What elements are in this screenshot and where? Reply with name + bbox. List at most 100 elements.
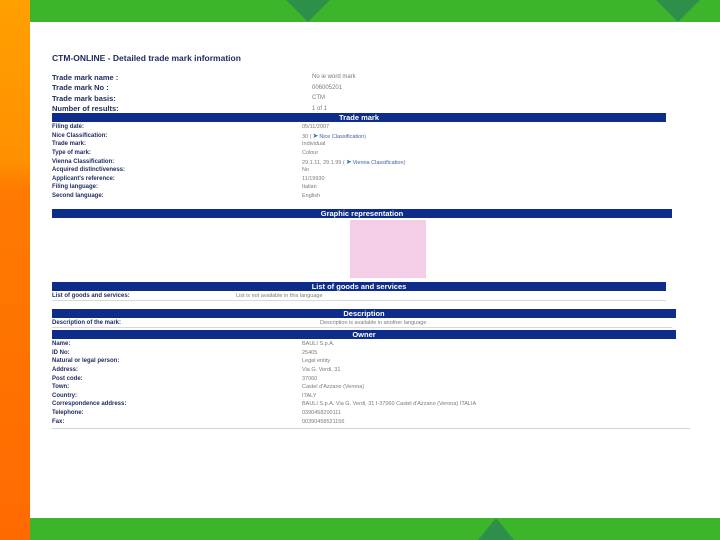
- summary-label: Number of results:: [52, 104, 119, 114]
- table-row: Country: ITALY: [52, 392, 666, 401]
- slide: CTM-ONLINE - Detailed trade mark informa…: [0, 0, 720, 540]
- footer-divider: [52, 428, 690, 429]
- row-label: Description of the mark:: [52, 320, 122, 326]
- summary-block: Trade mark name : No ie word mark Trade …: [52, 72, 672, 114]
- section-header-goods: List of goods and services: [52, 282, 666, 291]
- summary-value: CTM: [312, 95, 325, 102]
- row-value: 05/11/2007: [302, 124, 330, 131]
- row-value: 11/19930: [302, 175, 325, 182]
- row-label: Address:: [52, 367, 79, 374]
- summary-row: Trade mark No : 006005201: [52, 83, 672, 94]
- row-value: 0390458200111: [302, 410, 341, 417]
- section-header-owner: Owner: [52, 330, 676, 339]
- row-label: Trade mark:: [52, 141, 87, 148]
- table-row: Post code: 37060: [52, 374, 666, 383]
- link-arrow-icon[interactable]: ➤: [346, 158, 352, 166]
- table-row: Telephone: 0390458200111: [52, 409, 666, 418]
- summary-row: Trade mark name : No ie word mark: [52, 72, 672, 83]
- table-row: Applicant's reference: 11/19930: [52, 175, 666, 184]
- vienna-class-value: 29.1.11, 29.1.99 (: [302, 159, 345, 166]
- row-label: Nice Classification:: [52, 132, 108, 139]
- row-value: List is not available in this language: [236, 293, 323, 299]
- table-row: Fax: 00390458521156: [52, 417, 666, 426]
- row-label: Post code:: [52, 375, 83, 382]
- summary-value: 1 of 1: [312, 105, 328, 112]
- summary-label: Trade mark basis:: [52, 93, 116, 103]
- row-label: Type of mark:: [52, 150, 91, 157]
- trade-mark-colour-image: [350, 220, 426, 278]
- row-value: BAULI S.p.A. Via G. Verdi, 31 I-37060 Ca…: [302, 401, 477, 408]
- table-row: Address: Via G. Verdi, 31: [52, 366, 666, 375]
- summary-value: 006005201: [312, 84, 343, 91]
- row-label: List of goods and services:: [52, 293, 130, 299]
- screenshot-content: CTM-ONLINE - Detailed trade mark informa…: [30, 22, 720, 518]
- green-bottom-band: [30, 518, 720, 540]
- owner-rows: Name: BAULI S.p.A. ID No: 25405 Natural …: [52, 340, 666, 426]
- row-label: Telephone:: [52, 410, 84, 417]
- page-title: CTM-ONLINE - Detailed trade mark informa…: [52, 53, 241, 63]
- table-row: Nice Classification: 30 (➤Nice Classific…: [52, 132, 666, 141]
- row-label: ID No:: [52, 349, 70, 356]
- row-value: 25405: [302, 349, 318, 356]
- row-value: Description is available in another lang…: [320, 320, 427, 326]
- table-row: Acquired distinctiveness: No: [52, 166, 666, 175]
- table-row: Filing date: 05/11/2007: [52, 123, 666, 132]
- row-value: 29.1.11, 29.1.99 (➤Vienna Classification…: [302, 158, 405, 166]
- vienna-class-suffix: ): [403, 159, 406, 166]
- summary-label: Trade mark No :: [52, 83, 109, 93]
- link-arrow-icon[interactable]: ➤: [312, 132, 318, 140]
- summary-row: Trade mark basis: CTM: [52, 93, 672, 104]
- row-value: No: [302, 167, 310, 174]
- row-label: Correspondence address:: [52, 401, 127, 408]
- table-row: Trade mark: Individual: [52, 140, 666, 149]
- row-value: Individual: [302, 141, 326, 148]
- row-value: 30 (➤Nice Classification): [302, 132, 366, 140]
- row-label: Name:: [52, 341, 71, 348]
- section-header-trade-mark: Trade mark: [52, 113, 666, 122]
- top-right-notch-decoration: [656, 0, 700, 22]
- row-label: Filing date:: [52, 124, 84, 131]
- row-value: Via G. Verdi, 31: [302, 367, 341, 374]
- nice-class-value: 30 (: [302, 133, 312, 140]
- trade-mark-rows: Filing date: 05/11/2007 Nice Classificat…: [52, 123, 666, 200]
- row-label: Filing language:: [52, 184, 98, 191]
- bottom-notch-decoration: [478, 518, 514, 540]
- table-row: Vienna Classification: 29.1.11, 29.1.99 …: [52, 157, 666, 166]
- row-label: Applicant's reference:: [52, 175, 115, 182]
- section-header-description: Description: [52, 309, 676, 318]
- section-header-graphic: Graphic representation: [52, 209, 672, 218]
- summary-value: No ie word mark: [312, 74, 356, 81]
- table-row: Correspondence address: BAULI S.p.A. Via…: [52, 400, 666, 409]
- row-label: Town:: [52, 384, 70, 391]
- row-value: 37060: [302, 375, 318, 382]
- row-value: ITALY: [302, 392, 317, 399]
- table-row: Type of mark: Colour: [52, 149, 666, 158]
- row-label: Natural or legal person:: [52, 358, 120, 365]
- nice-class-suffix: ): [364, 133, 367, 140]
- row-label: Second language:: [52, 193, 104, 200]
- nice-classification-link[interactable]: Nice Classification: [319, 134, 364, 140]
- row-label: Country:: [52, 392, 77, 399]
- row-value: BAULI S.p.A.: [302, 341, 335, 348]
- summary-label: Trade mark name :: [52, 72, 119, 82]
- table-row: Filing language: Italian: [52, 183, 666, 192]
- orange-left-bar: [0, 0, 30, 540]
- goods-row: List of goods and services: List is not …: [52, 292, 666, 301]
- table-row: ID No: 25405: [52, 349, 666, 358]
- row-value: Italian: [302, 184, 317, 191]
- row-label: Vienna Classification:: [52, 158, 115, 165]
- table-row: Town: Castel d'Azzano (Verona): [52, 383, 666, 392]
- table-row: Natural or legal person: Legal entity: [52, 357, 666, 366]
- row-value: Legal entity: [302, 358, 331, 365]
- table-row: Second language: English: [52, 192, 666, 201]
- row-value: English: [302, 193, 321, 200]
- row-value: 00390458521156: [302, 418, 345, 425]
- row-value: Castel d'Azzano (Verona): [302, 384, 365, 391]
- row-value: Colour: [302, 150, 319, 157]
- row-label: Acquired distinctiveness:: [52, 167, 126, 174]
- vienna-classification-link[interactable]: Vienna Classification: [353, 160, 404, 166]
- green-top-band: [30, 0, 720, 22]
- top-notch-decoration: [286, 0, 330, 22]
- description-row: Description of the mark: Description is …: [52, 319, 672, 328]
- row-label: Fax:: [52, 418, 65, 425]
